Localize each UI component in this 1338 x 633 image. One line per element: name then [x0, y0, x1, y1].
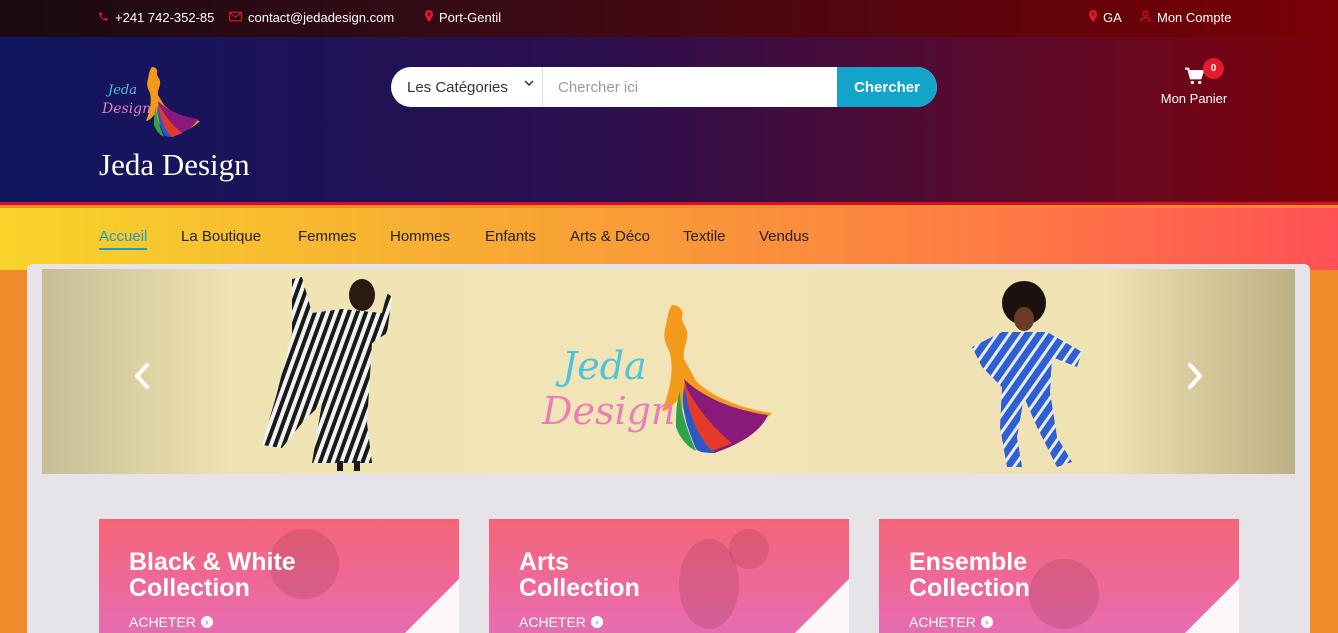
nav-item-hommes[interactable]: Hommes [390, 228, 450, 245]
chevron-right-icon [1185, 363, 1205, 396]
cart-icon [1184, 67, 1204, 85]
collection-card-black-white[interactable]: Black & White Collection ACHETER › [99, 519, 459, 633]
arrow-circle-right-icon: › [980, 616, 993, 628]
nav-item-textile[interactable]: Textile [683, 228, 726, 245]
collection-bg-image [1029, 559, 1099, 629]
card-corner [379, 579, 459, 633]
collection-bg-image [729, 529, 769, 569]
collection-card-arts[interactable]: Arts Collection ACHETER › [489, 519, 849, 633]
chevron-down-icon [524, 79, 534, 90]
cart-label: Mon Panier [1160, 91, 1228, 106]
collection-cta[interactable]: ACHETER › [129, 614, 213, 630]
chevron-left-icon [132, 363, 152, 396]
slider-logo-text-1: Jeda [562, 344, 647, 388]
nav-item-enfants[interactable]: Enfants [485, 228, 536, 245]
top-bar: +241 742-352-85 contact@jedadesign.com P… [0, 0, 1338, 37]
collection-title: Arts Collection [519, 548, 640, 602]
country-selector[interactable]: GA [1089, 10, 1122, 25]
nav-item-arts-deco[interactable]: Arts & Déco [570, 228, 650, 245]
contact-email[interactable]: contact@jedadesign.com [229, 10, 394, 25]
contact-location[interactable]: Port-Gentil [425, 10, 501, 25]
city-text: Port-Gentil [439, 10, 502, 25]
account-link[interactable]: Mon Compte [1140, 10, 1231, 25]
user-icon [1140, 10, 1151, 25]
site-header: Jeda Design Jeda Design Les Catégories C… [0, 37, 1338, 205]
nav-item-la-boutique[interactable]: La Boutique [181, 228, 261, 245]
collection-title: Ensemble Collection [909, 548, 1030, 602]
search-button[interactable]: Chercher [837, 67, 937, 107]
nav-item-vendus[interactable]: Vendus [759, 228, 809, 245]
collection-cta[interactable]: ACHETER › [909, 614, 993, 630]
card-corner [1159, 579, 1239, 633]
logo-text-1: Jeda [108, 83, 137, 98]
category-select[interactable]: Les Catégories [391, 67, 543, 107]
contact-phone[interactable]: +241 742-352-85 [98, 10, 214, 25]
phone-icon [98, 11, 109, 25]
collection-cta-label: ACHETER [129, 614, 196, 630]
slider-prev-button[interactable] [132, 362, 152, 397]
arrow-circle-right-icon: › [590, 616, 603, 628]
email-text: contact@jedadesign.com [248, 10, 395, 25]
card-corner [769, 579, 849, 633]
main-nav: Accueil La Boutique Femmes Hommes Enfant… [0, 208, 1338, 270]
category-select-label: Les Catégories [407, 78, 508, 96]
envelope-icon [229, 11, 242, 25]
nav-item-accueil[interactable]: Accueil [99, 228, 148, 250]
collection-title: Black & White Collection [129, 548, 296, 602]
phone-text: +241 742-352-85 [115, 10, 215, 25]
collection-cta-label: ACHETER [909, 614, 976, 630]
nav-item-femmes[interactable]: Femmes [298, 228, 356, 245]
search-bar: Les Catégories Chercher [391, 67, 937, 107]
country-text: GA [1103, 10, 1122, 25]
collection-card-ensemble[interactable]: Ensemble Collection ACHETER › [879, 519, 1239, 633]
cart-count-badge: 0 [1203, 58, 1224, 79]
hero-slider: Jeda Design [42, 269, 1295, 474]
account-text: Mon Compte [1157, 10, 1232, 25]
slider-next-button[interactable] [1185, 362, 1205, 397]
brand-name[interactable]: Jeda Design [99, 147, 250, 183]
model-image-right [972, 281, 1082, 467]
collection-cta[interactable]: ACHETER › [519, 614, 603, 630]
slider-logo-text-2: Design [542, 389, 676, 433]
arrow-circle-right-icon: › [200, 616, 213, 628]
map-pin-icon [425, 10, 433, 25]
site-logo[interactable]: Jeda Design [100, 61, 200, 139]
model-image-left [262, 277, 392, 471]
map-pin-icon [1089, 10, 1097, 25]
search-input[interactable] [543, 67, 837, 107]
collection-cta-label: ACHETER [519, 614, 586, 630]
logo-text-2: Design [102, 101, 152, 117]
